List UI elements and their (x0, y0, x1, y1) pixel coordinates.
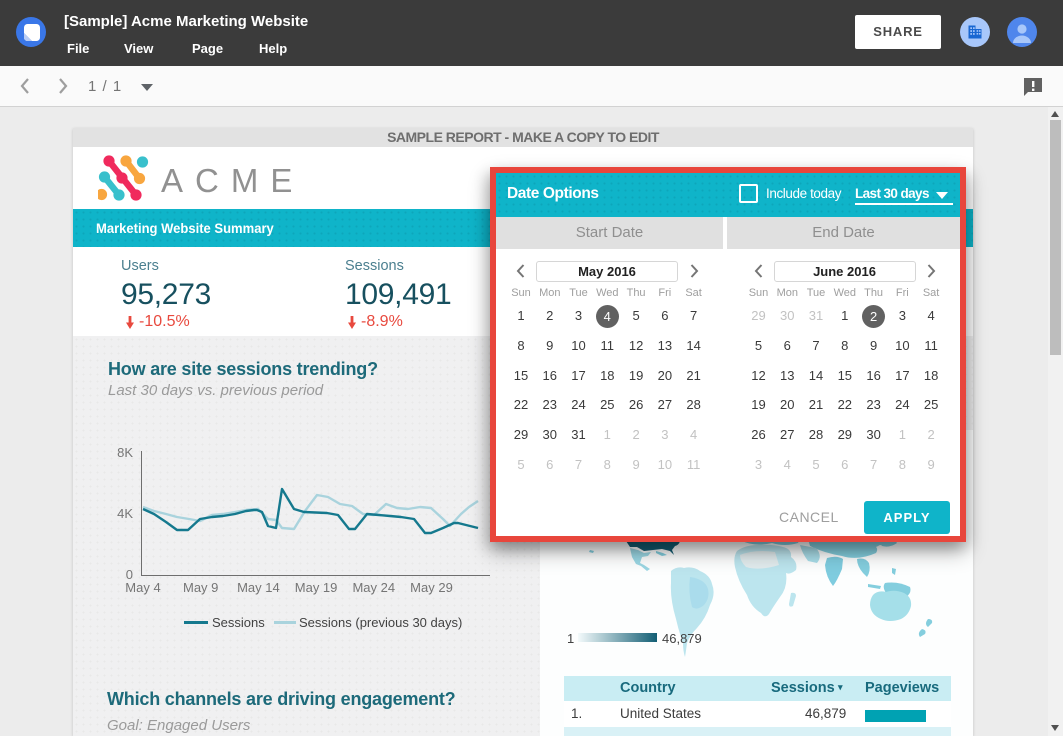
svg-text:8K: 8K (117, 445, 133, 460)
svg-text:4K: 4K (117, 506, 133, 521)
svg-text:May 14: May 14 (237, 580, 280, 595)
svg-text:May 29: May 29 (410, 580, 453, 595)
svg-text:May 24: May 24 (352, 580, 395, 595)
svg-text:May 19: May 19 (295, 580, 338, 595)
svg-text:May 9: May 9 (183, 580, 218, 595)
svg-text:May 4: May 4 (125, 580, 160, 595)
